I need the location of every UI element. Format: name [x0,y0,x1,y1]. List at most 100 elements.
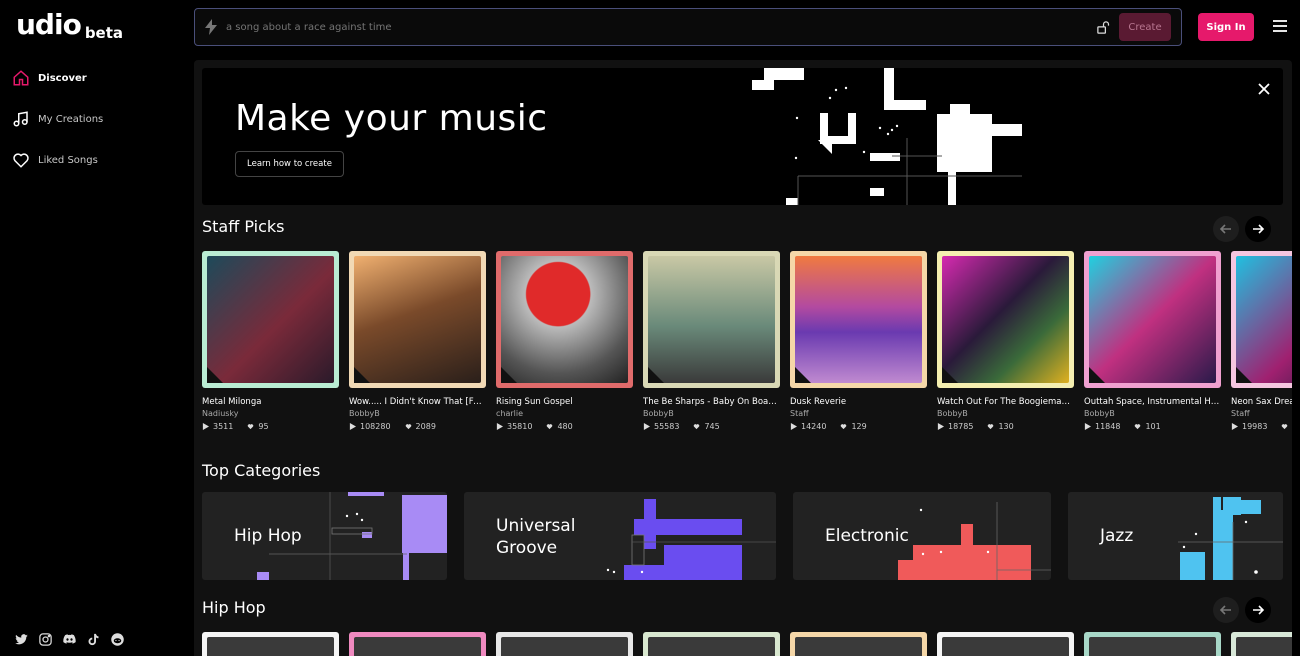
cover-image [942,637,1069,656]
reddit-icon[interactable] [110,632,125,647]
song-card[interactable] [1084,632,1221,656]
song-title[interactable]: Watch Out For The Boogieman, Boogieman! [937,397,1074,407]
song-card[interactable] [937,632,1074,656]
prompt-bar: Create [194,8,1182,46]
song-artist[interactable]: Nadiusky [202,409,339,418]
heart-icon [405,424,411,430]
song-title[interactable]: Wow..... I Didn't Know That [Full Versio… [349,397,486,407]
song-title[interactable]: Outtah Space, Instrumental Hip Hop [1084,397,1221,407]
song-title[interactable]: The Be Sharps - Baby On Board, Ringo! [643,397,780,407]
heart-icon [248,424,254,430]
create-button[interactable]: Create [1119,13,1171,41]
song-cover[interactable] [643,632,780,656]
prompt-input[interactable] [226,21,1096,33]
song-cover[interactable] [790,632,927,656]
heart-icon [13,153,29,168]
category-label: Universal Groove [496,516,576,558]
song-title[interactable]: Metal Milonga [202,397,339,407]
song-cover[interactable] [202,632,339,656]
category-card-hip-hop[interactable]: Hip Hop [202,492,447,580]
song-card[interactable]: Rising Sun Gospel charlie 35810 480 [496,251,633,431]
song-card[interactable]: The Be Sharps - Baby On Board, Ringo! Bob… [643,251,780,431]
close-icon[interactable] [1257,82,1271,96]
scroll-right-button[interactable] [1245,597,1271,623]
song-artist[interactable]: BobbyB [643,409,780,418]
song-cover[interactable] [349,632,486,656]
like-count: 95 [258,422,269,431]
song-card[interactable] [496,632,633,656]
song-card[interactable] [643,632,780,656]
cover-image [795,256,922,383]
cover-image [207,256,334,383]
song-cover[interactable] [1231,251,1292,388]
song-cover[interactable] [1231,632,1292,656]
play-count: 19983 [1242,422,1268,431]
category-art [257,492,447,580]
song-card[interactable]: Outtah Space, Instrumental Hip Hop BobbyB… [1084,251,1221,431]
learn-how-button[interactable]: Learn how to create [235,151,344,177]
song-card[interactable]: Watch Out For The Boogieman, Boogieman! B… [937,251,1074,431]
sidebar-item-liked-songs[interactable]: Liked Songs [12,148,182,172]
song-card[interactable] [790,632,927,656]
lock-open-icon[interactable] [1096,20,1111,35]
twitter-icon[interactable] [14,632,29,647]
category-art [898,502,1051,580]
staff-picks-list: Metal Milonga Nadiusky 3511 95 Wow..... I Di… [202,251,1292,431]
play-icon [349,423,356,430]
logo[interactable]: udio beta [16,10,124,43]
song-title[interactable]: Dusk Reverie [790,397,927,407]
section-title-hip-hop: Hip Hop [202,598,266,617]
scroll-right-button[interactable] [1245,216,1271,242]
song-cover[interactable] [496,632,633,656]
cover-image [1236,637,1292,656]
tiktok-icon[interactable] [86,632,101,647]
song-title[interactable]: Neon Sax Dreams [1231,397,1292,407]
cover-image [501,256,628,383]
category-card-universal-groove[interactable]: Universal Groove [464,492,776,580]
song-cover[interactable] [937,632,1074,656]
play-count: 3511 [213,422,234,431]
main-content: Make your music Learn how to create Staf… [194,60,1292,656]
instagram-icon[interactable] [38,632,53,647]
song-cover[interactable] [790,251,927,388]
song-card[interactable] [1231,632,1292,656]
song-cover[interactable] [1084,251,1221,388]
song-cover[interactable] [643,251,780,388]
category-art [606,499,776,580]
scroll-left-button[interactable] [1213,216,1239,242]
sidebar-item-discover[interactable]: Discover [12,66,182,90]
cover-corner [648,367,664,383]
hero-title: Make your music [235,98,548,139]
like-count: 101 [1145,422,1161,431]
beta-label: beta [84,24,124,42]
song-artist[interactable]: BobbyB [1084,409,1221,418]
scroll-left-button[interactable] [1213,597,1239,623]
song-title[interactable]: Rising Sun Gospel [496,397,633,407]
play-count: 11848 [1095,422,1121,431]
song-card[interactable]: Wow..... I Didn't Know That [Full Versio… [349,251,486,431]
sidebar-item-my-creations[interactable]: My Creations [12,107,182,131]
song-cover[interactable] [937,251,1074,388]
song-artist[interactable]: charlie [496,409,633,418]
category-card-jazz[interactable]: Jazz [1068,492,1283,580]
home-icon [13,70,29,86]
song-card[interactable] [202,632,339,656]
song-cover[interactable] [496,251,633,388]
cover-image [1089,256,1216,383]
song-cover[interactable] [349,251,486,388]
song-artist[interactable]: Staff [790,409,927,418]
song-card[interactable]: Metal Milonga Nadiusky 3511 95 [202,251,339,431]
song-card[interactable] [349,632,486,656]
song-card[interactable]: Dusk Reverie Staff 14240 129 [790,251,927,431]
song-card[interactable]: Neon Sax Dreams Staff 199831 [1231,251,1292,431]
song-artist[interactable]: BobbyB [349,409,486,418]
hamburger-menu-icon[interactable] [1273,20,1287,32]
song-artist[interactable]: BobbyB [937,409,1074,418]
category-card-electronic[interactable]: Electronic [793,492,1051,580]
song-cover[interactable] [1084,632,1221,656]
song-cover[interactable] [202,251,339,388]
sign-in-button[interactable]: Sign In [1198,13,1254,41]
section-title-staff-picks: Staff Picks [202,217,285,236]
discord-icon[interactable] [62,632,77,647]
song-artist[interactable]: Staff [1231,409,1292,418]
